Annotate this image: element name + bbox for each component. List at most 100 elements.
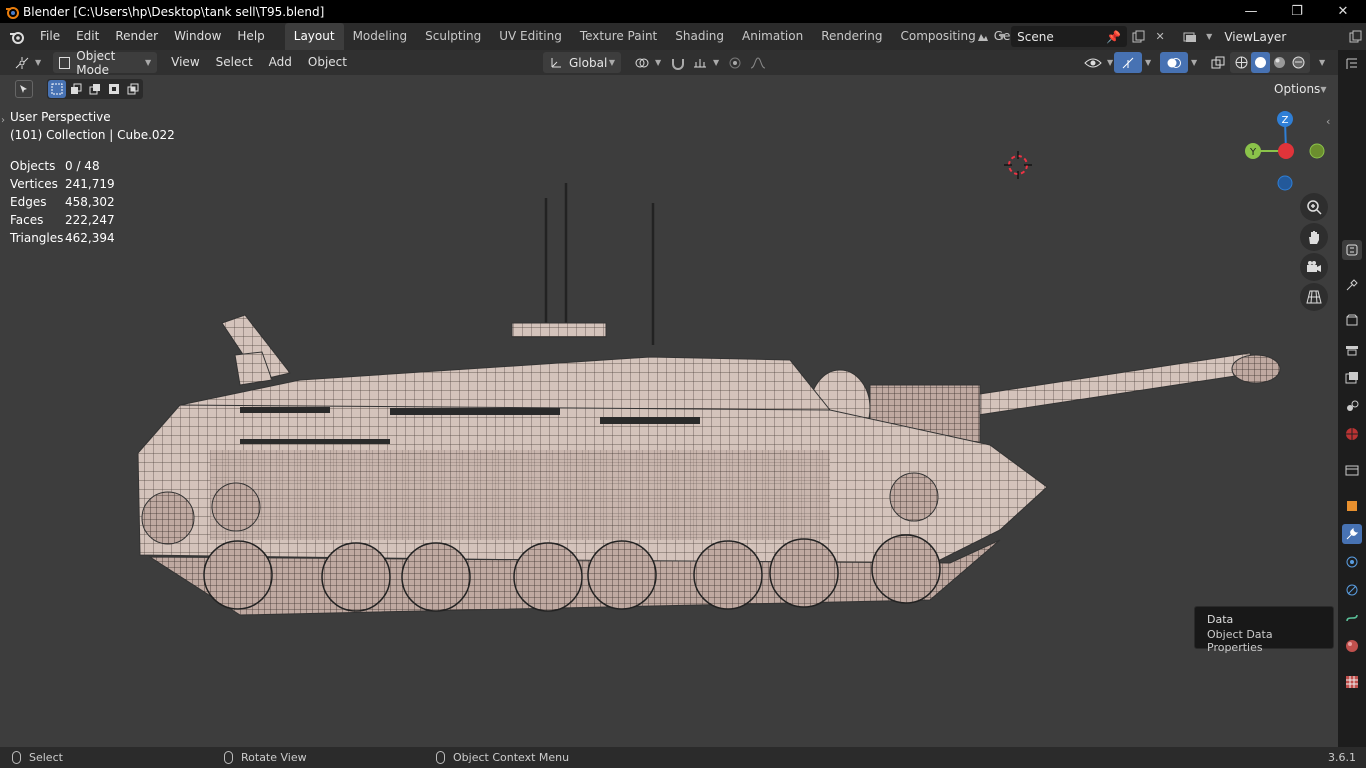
- particles-properties-icon[interactable]: [1342, 552, 1362, 572]
- gizmo-y-label: Y: [1249, 147, 1257, 158]
- tab-sculpting[interactable]: Sculpting: [416, 23, 490, 50]
- tooltip-title: Data: [1207, 613, 1234, 626]
- viewport-header: ▼ Object Mode ▼ View Select Add Object G…: [0, 49, 1338, 77]
- tab-layout[interactable]: Layout: [284, 23, 344, 50]
- viewlayer-type-icon[interactable]: [1179, 26, 1201, 47]
- chevron-down-icon: ▼: [35, 58, 42, 67]
- select-extend-icon[interactable]: [67, 80, 85, 98]
- chevron-down-icon[interactable]: ▼: [1319, 58, 1325, 67]
- xray-icon: [1211, 56, 1225, 68]
- tab-uv-editing[interactable]: UV Editing: [490, 23, 571, 50]
- chevron-down-icon[interactable]: ▼: [1191, 58, 1197, 67]
- top-bar: File Edit Render Window Help Layout Mode…: [0, 23, 1366, 50]
- gizmo-toggle[interactable]: [1114, 52, 1142, 73]
- tool-settings-icon[interactable]: [1342, 275, 1362, 295]
- tab-texture-paint[interactable]: Texture Paint: [571, 23, 666, 50]
- active-collection-label: (101) Collection | Cube.022: [10, 128, 175, 142]
- snap-target-selector[interactable]: ▼: [686, 52, 725, 73]
- menu-select[interactable]: Select: [208, 50, 261, 75]
- select-tool-icon[interactable]: [15, 80, 33, 98]
- tool-tab-icon[interactable]: [1342, 240, 1362, 260]
- solid-shading-icon[interactable]: [1251, 52, 1270, 73]
- scene-name: Scene: [1017, 29, 1054, 44]
- scene-type-icon[interactable]: [972, 26, 994, 47]
- visibility-selector[interactable]: ▼: [1078, 52, 1119, 73]
- navigation-gizmo[interactable]: Z Y: [1240, 109, 1330, 199]
- outliner-toggle-icon[interactable]: [1342, 54, 1362, 74]
- wireframe-shading-icon[interactable]: [1232, 52, 1251, 73]
- physics-properties-icon[interactable]: [1342, 580, 1362, 600]
- material-properties-icon[interactable]: [1342, 636, 1362, 656]
- output-properties-icon[interactable]: [1342, 340, 1362, 360]
- zoom-icon: [1307, 200, 1322, 215]
- editor-type-selector[interactable]: ▼: [8, 52, 47, 73]
- menu-window[interactable]: Window: [166, 23, 229, 50]
- rendered-shading-icon[interactable]: [1289, 52, 1308, 73]
- menu-view[interactable]: View: [163, 50, 207, 75]
- viewlayer-name-field[interactable]: ViewLayer: [1218, 26, 1345, 47]
- new-viewlayer-icon[interactable]: [1344, 26, 1366, 47]
- texture-properties-icon[interactable]: [1342, 672, 1362, 692]
- chevron-down-icon: ▼: [999, 32, 1006, 41]
- scene-properties-icon[interactable]: [1342, 396, 1362, 416]
- view-layer-properties-icon[interactable]: [1342, 368, 1362, 388]
- menu-render[interactable]: Render: [107, 23, 166, 50]
- pivot-point-selector[interactable]: ▼: [628, 52, 667, 73]
- pan-view-button[interactable]: [1300, 223, 1328, 251]
- render-properties-icon[interactable]: [1342, 310, 1362, 330]
- world-properties-icon[interactable]: [1342, 424, 1362, 444]
- select-subtract-icon[interactable]: [86, 80, 104, 98]
- menu-help[interactable]: Help: [229, 23, 272, 50]
- falloff-selector[interactable]: [744, 52, 772, 73]
- toggle-projection-button[interactable]: [1300, 283, 1328, 311]
- sidebar-toggle-icon[interactable]: ‹: [1326, 115, 1330, 128]
- tank-model[interactable]: [0, 75, 1338, 747]
- transform-orientation-selector[interactable]: Global ▼: [543, 52, 621, 73]
- menu-add[interactable]: Add: [261, 50, 300, 75]
- tab-compositing[interactable]: Compositing: [891, 23, 984, 50]
- main-menu: File Edit Render Window Help: [32, 23, 273, 50]
- xray-toggle[interactable]: [1205, 52, 1231, 73]
- pin-icon[interactable]: 📌: [1106, 30, 1121, 44]
- tab-rendering[interactable]: Rendering: [812, 23, 891, 50]
- select-invert-icon[interactable]: [105, 80, 123, 98]
- status-version: 3.6.1: [1328, 751, 1356, 764]
- gizmo-z-label: Z: [1282, 115, 1289, 126]
- pivot-icon: [635, 58, 649, 67]
- new-scene-icon[interactable]: [1127, 26, 1149, 47]
- options-dropdown[interactable]: Options ▼: [1268, 78, 1330, 100]
- delete-scene-icon[interactable]: ✕: [1149, 26, 1171, 47]
- scene-selector: ▼ Scene 📌 ✕ ▼ ViewLayer ✕: [972, 26, 1366, 47]
- tool-settings-row: Options ▼: [0, 75, 1338, 103]
- constraints-properties-icon[interactable]: [1342, 608, 1362, 628]
- minimize-button[interactable]: —: [1228, 0, 1274, 23]
- toolbar-toggle-icon[interactable]: ›: [1, 115, 5, 126]
- menu-edit[interactable]: Edit: [68, 23, 107, 50]
- mode-selector[interactable]: Object Mode ▼: [53, 49, 158, 77]
- options-label: Options: [1274, 82, 1321, 96]
- camera-view-button[interactable]: [1300, 253, 1328, 281]
- scene-name-field[interactable]: Scene 📌: [1011, 26, 1128, 47]
- tab-shading[interactable]: Shading: [666, 23, 733, 50]
- overlays-toggle[interactable]: [1160, 52, 1188, 73]
- 3d-viewport[interactable]: Z Y ‹ ›: [0, 75, 1338, 747]
- material-shading-icon[interactable]: [1270, 52, 1289, 73]
- collection-properties-icon[interactable]: [1342, 460, 1362, 480]
- close-button[interactable]: ✕: [1320, 0, 1366, 23]
- maximize-button[interactable]: ❐: [1274, 0, 1320, 23]
- select-new-icon[interactable]: [48, 80, 66, 98]
- select-intersect-icon[interactable]: [124, 80, 142, 98]
- status-select: Select: [12, 751, 63, 764]
- tab-modeling[interactable]: Modeling: [344, 23, 417, 50]
- tab-animation[interactable]: Animation: [733, 23, 812, 50]
- selection-mode-group: [47, 79, 143, 99]
- object-mode-icon: [59, 56, 71, 69]
- viewport-menu: View Select Add Object: [163, 50, 355, 75]
- blender-menu-icon[interactable]: [7, 27, 27, 47]
- modifier-properties-icon[interactable]: [1342, 524, 1362, 544]
- object-properties-icon[interactable]: [1342, 496, 1362, 516]
- menu-file[interactable]: File: [32, 23, 68, 50]
- chevron-down-icon[interactable]: ▼: [1145, 58, 1151, 67]
- zoom-view-button[interactable]: [1300, 193, 1328, 221]
- menu-object[interactable]: Object: [300, 50, 355, 75]
